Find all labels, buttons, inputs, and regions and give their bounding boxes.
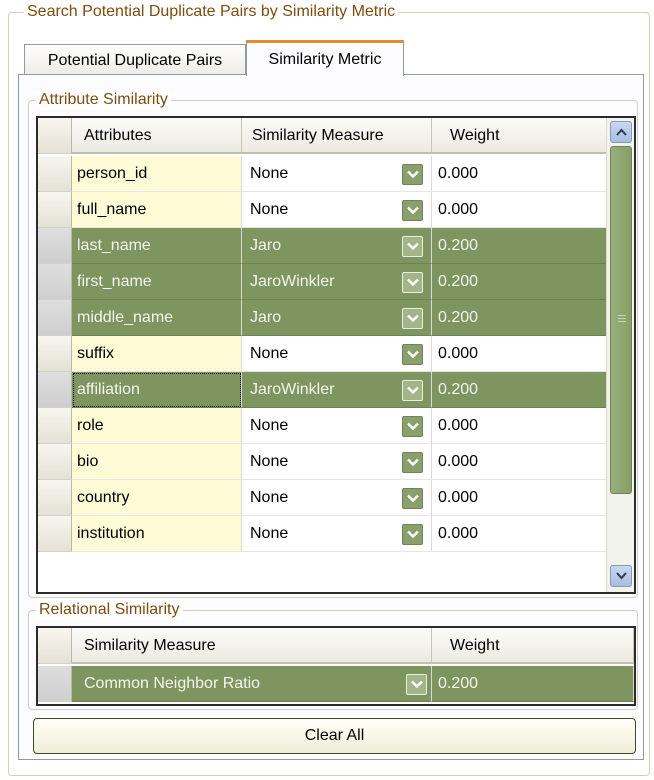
weight-cell[interactable]: 0.200: [432, 666, 634, 702]
row-header-corner: [38, 118, 72, 154]
measure-dropdown-button[interactable]: [402, 380, 423, 401]
attribute-name-cell[interactable]: suffix: [72, 336, 242, 372]
attribute-row[interactable]: role None 0.000: [38, 408, 634, 444]
row-header[interactable]: [38, 192, 72, 228]
attribute-similarity-grid: Attributes Similarity Measure Weight per…: [36, 116, 636, 594]
chevron-down-icon: [407, 458, 419, 467]
attribute-row[interactable]: suffix None 0.000: [38, 336, 634, 372]
row-header[interactable]: [38, 480, 72, 516]
measure-dropdown-button[interactable]: [402, 452, 423, 473]
measure-dropdown-button[interactable]: [402, 272, 423, 293]
scroll-down-button[interactable]: [610, 565, 632, 587]
attribute-row[interactable]: first_name JaroWinkler 0.200: [38, 264, 634, 300]
attribute-name-cell[interactable]: country: [72, 480, 242, 516]
attribute-name-cell[interactable]: affiliation: [72, 372, 242, 408]
measure-dropdown-button[interactable]: [402, 416, 423, 437]
tab-similarity-metric[interactable]: Similarity Metric: [246, 40, 404, 76]
attribute-row[interactable]: middle_name Jaro 0.200: [38, 300, 634, 336]
attribute-name-cell[interactable]: middle_name: [72, 300, 242, 336]
row-header-corner: [38, 628, 72, 664]
row-header[interactable]: [38, 264, 72, 300]
column-header-weight[interactable]: Weight: [432, 118, 608, 154]
attribute-name-cell[interactable]: full_name: [72, 192, 242, 228]
weight-cell[interactable]: 0.000: [432, 156, 608, 192]
column-header-similarity-measure[interactable]: Similarity Measure: [72, 628, 432, 664]
weight-cell[interactable]: 0.200: [432, 372, 608, 408]
measure-dropdown-button[interactable]: [402, 488, 423, 509]
similarity-measure-cell[interactable]: Common Neighbor Ratio: [72, 666, 432, 702]
attribute-row[interactable]: last_name Jaro 0.200: [38, 228, 634, 264]
measure-dropdown-button[interactable]: [406, 674, 427, 695]
attribute-grid-header: Attributes Similarity Measure Weight: [38, 118, 634, 154]
measure-dropdown-button[interactable]: [402, 308, 423, 329]
attribute-row[interactable]: bio None 0.000: [38, 444, 634, 480]
outer-group-title: Search Potential Duplicate Pairs by Simi…: [24, 2, 399, 22]
measure-dropdown-button[interactable]: [402, 236, 423, 257]
attribute-row[interactable]: affiliation JaroWinkler 0.200: [38, 372, 634, 408]
clear-all-button[interactable]: Clear All: [33, 718, 636, 754]
scroll-thumb[interactable]: [610, 146, 632, 494]
attribute-grid-scrollbar[interactable]: [606, 118, 634, 592]
attribute-name-cell[interactable]: bio: [72, 444, 242, 480]
attribute-row[interactable]: institution None 0.000: [38, 516, 634, 552]
row-header[interactable]: [38, 666, 72, 702]
row-header[interactable]: [38, 156, 72, 192]
chevron-down-icon: [407, 314, 419, 323]
attribute-row[interactable]: person_id None 0.000: [38, 156, 634, 192]
chevron-down-icon: [411, 680, 423, 689]
weight-cell[interactable]: 0.000: [432, 516, 608, 552]
measure-dropdown-button[interactable]: [402, 200, 423, 221]
relational-row[interactable]: Common Neighbor Ratio 0.200: [38, 666, 634, 702]
measure-dropdown-button[interactable]: [402, 524, 423, 545]
weight-cell[interactable]: 0.000: [432, 336, 608, 372]
chevron-down-icon: [407, 386, 419, 395]
relational-similarity-grid: Similarity Measure Weight Common Neighbo…: [36, 626, 636, 706]
tab-potential-duplicate-pairs[interactable]: Potential Duplicate Pairs: [24, 44, 246, 76]
attribute-row[interactable]: country None 0.000: [38, 480, 634, 516]
row-header[interactable]: [38, 516, 72, 552]
row-header[interactable]: [38, 444, 72, 480]
attribute-name-cell[interactable]: first_name: [72, 264, 242, 300]
scroll-up-arrow-icon: [616, 128, 627, 136]
weight-cell[interactable]: 0.200: [432, 264, 608, 300]
measure-dropdown-button[interactable]: [402, 344, 423, 365]
weight-cell[interactable]: 0.000: [432, 444, 608, 480]
weight-cell[interactable]: 0.000: [432, 408, 608, 444]
row-header[interactable]: [38, 372, 72, 408]
row-header[interactable]: [38, 228, 72, 264]
chevron-down-icon: [407, 170, 419, 179]
chevron-down-icon: [407, 350, 419, 359]
relational-grid-header: Similarity Measure Weight: [38, 628, 634, 664]
chevron-down-icon: [407, 242, 419, 251]
column-header-weight[interactable]: Weight: [432, 628, 634, 664]
chevron-down-icon: [407, 278, 419, 287]
attribute-name-cell[interactable]: role: [72, 408, 242, 444]
row-header[interactable]: [38, 336, 72, 372]
attribute-name-cell[interactable]: institution: [72, 516, 242, 552]
relational-similarity-title: Relational Similarity: [36, 600, 183, 620]
weight-cell[interactable]: 0.200: [432, 228, 608, 264]
attribute-row[interactable]: full_name None 0.000: [38, 192, 634, 228]
row-header[interactable]: [38, 300, 72, 336]
row-header[interactable]: [38, 408, 72, 444]
attribute-similarity-title: Attribute Similarity: [36, 90, 171, 110]
chevron-down-icon: [407, 422, 419, 431]
chevron-down-icon: [407, 494, 419, 503]
measure-dropdown-button[interactable]: [402, 164, 423, 185]
chevron-down-icon: [407, 206, 419, 215]
weight-cell[interactable]: 0.000: [432, 192, 608, 228]
chevron-down-icon: [407, 530, 419, 539]
column-header-attributes[interactable]: Attributes: [72, 118, 242, 154]
column-header-similarity-measure[interactable]: Similarity Measure: [242, 118, 432, 154]
weight-cell[interactable]: 0.200: [432, 300, 608, 336]
scroll-up-button[interactable]: [610, 121, 632, 143]
attribute-name-cell[interactable]: person_id: [72, 156, 242, 192]
attribute-name-cell[interactable]: last_name: [72, 228, 242, 264]
weight-cell[interactable]: 0.000: [432, 480, 608, 516]
scroll-down-arrow-icon: [616, 572, 627, 580]
